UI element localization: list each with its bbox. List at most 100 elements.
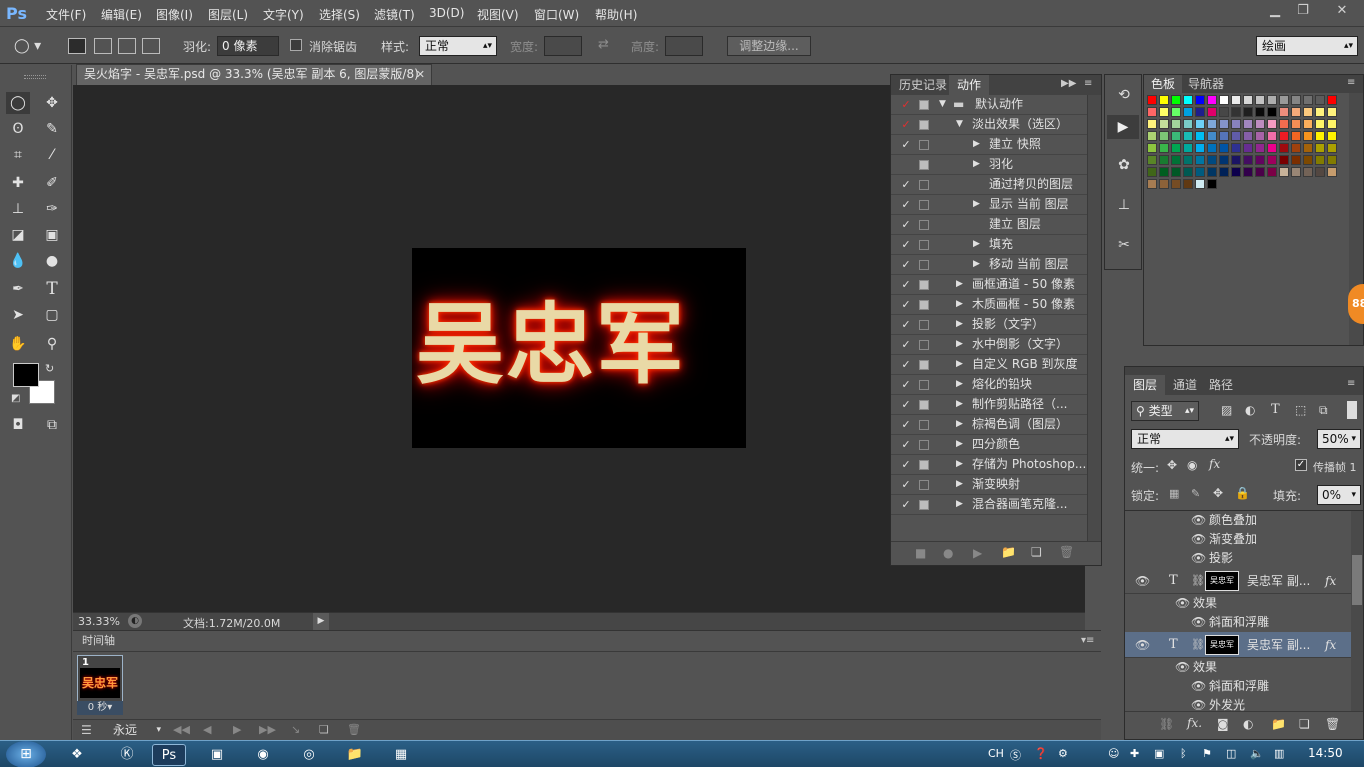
color-swatch[interactable]	[1219, 107, 1229, 117]
layer-fx-icon[interactable]: fx	[1325, 632, 1336, 658]
group-layers-icon[interactable]: 📁	[1271, 717, 1286, 731]
foreground-color[interactable]	[13, 363, 39, 387]
action-toggle-check-icon[interactable]: ✓	[899, 115, 913, 134]
tab-channels[interactable]: 通道	[1165, 375, 1205, 395]
color-swatch[interactable]	[1219, 95, 1229, 105]
new-set-icon[interactable]: 📁	[1001, 545, 1016, 559]
first-frame-icon[interactable]: ◀◀	[173, 723, 190, 736]
collapsed-triangle-icon[interactable]: ▶	[956, 355, 963, 374]
filter-shape-icon[interactable]: ⬚	[1295, 403, 1306, 417]
tray-volume-icon[interactable]: 🔈	[1250, 747, 1264, 760]
color-swatch[interactable]	[1207, 107, 1217, 117]
action-row[interactable]: ✓ ▼ ▬ 默认动作	[891, 95, 1087, 115]
filter-type-icon[interactable]: T	[1271, 402, 1280, 417]
action-row[interactable]: ✓ ▼ 淡出效果（选区）	[891, 115, 1087, 135]
swap-icon[interactable]: ⇄	[598, 37, 609, 52]
restore-button[interactable]: ❐	[1290, 2, 1316, 20]
action-toggle-check-icon[interactable]: ✓	[899, 375, 913, 394]
dialog-toggle-box[interactable]	[919, 340, 929, 350]
action-row[interactable]: ✓ ▶ 渐变映射	[891, 475, 1087, 495]
color-swatch[interactable]	[1195, 119, 1205, 129]
clone-source-icon[interactable]: ⊥	[1111, 197, 1137, 221]
color-swatch[interactable]	[1279, 95, 1289, 105]
tray-network-icon[interactable]: ▥	[1274, 747, 1284, 760]
tray-bluetooth-icon[interactable]: ᛒ	[1180, 747, 1187, 760]
move-icon[interactable]: ✥	[40, 92, 64, 114]
actions-scrollbar[interactable]	[1087, 95, 1101, 541]
color-swatch[interactable]	[1231, 155, 1241, 165]
panel-menu-icon[interactable]: ≡	[1084, 78, 1092, 89]
color-swatch[interactable]	[1243, 155, 1253, 165]
taskbar-explorer-icon[interactable]: 📁	[338, 744, 372, 766]
action-toggle-check-icon[interactable]: ✓	[899, 95, 913, 114]
taskbar-app4-icon[interactable]: ▣	[200, 744, 234, 766]
tray-ime-icon[interactable]: Ⓢ	[1010, 747, 1021, 763]
filter-smart-object-icon[interactable]: ⧉	[1319, 403, 1328, 418]
menu-type[interactable]: 文字(Y)	[263, 6, 304, 23]
effect-eye-icon[interactable]: 👁	[1191, 696, 1206, 711]
dialog-toggle-box[interactable]	[919, 460, 929, 470]
action-toggle-check-icon[interactable]: ✓	[899, 495, 913, 514]
close-tab-icon[interactable]: ✕	[416, 65, 425, 84]
color-swatch[interactable]	[1183, 131, 1193, 141]
healing-brush-icon[interactable]: ✚	[6, 172, 30, 194]
color-swatch[interactable]	[1219, 131, 1229, 141]
color-swatch[interactable]	[1279, 167, 1289, 177]
lock-position-icon[interactable]: ✥	[1213, 486, 1223, 500]
action-toggle-check-icon[interactable]: ✓	[899, 395, 913, 414]
color-swatch[interactable]	[1171, 95, 1181, 105]
color-swatch[interactable]	[1267, 107, 1277, 117]
tab-history[interactable]: 历史记录	[891, 75, 955, 95]
color-swatch[interactable]	[1303, 119, 1313, 129]
color-swatch[interactable]	[1315, 143, 1325, 153]
effect-row[interactable]: 👁 斜面和浮雕	[1125, 677, 1351, 696]
next-frame-icon[interactable]: ▶▶	[259, 723, 276, 736]
action-toggle-check-icon[interactable]: ✓	[899, 295, 913, 314]
effects-header-row[interactable]: 👁 效果	[1125, 594, 1351, 613]
color-swatch[interactable]	[1315, 119, 1325, 129]
pen-icon[interactable]: ✒	[6, 278, 30, 300]
color-swatch[interactable]	[1303, 95, 1313, 105]
tray-app2-icon[interactable]: ▣	[1154, 747, 1164, 760]
color-swatch[interactable]	[1327, 143, 1337, 153]
color-swatch[interactable]	[1255, 107, 1265, 117]
dialog-toggle-box[interactable]	[919, 240, 929, 250]
color-swatch[interactable]	[1147, 155, 1157, 165]
dialog-toggle-box[interactable]	[919, 320, 929, 330]
color-swatch[interactable]	[1147, 179, 1157, 189]
action-toggle-check-icon[interactable]: ✓	[899, 215, 913, 234]
color-swatch[interactable]	[1147, 143, 1157, 153]
eyedropper-icon[interactable]: ⁄	[40, 144, 64, 166]
action-row[interactable]: ✓ ▶ 熔化的铅块	[891, 375, 1087, 395]
color-swatch[interactable]	[1291, 131, 1301, 141]
dialog-toggle-box[interactable]	[919, 420, 929, 430]
tab-layers[interactable]: 图层	[1125, 375, 1166, 395]
zoom-icon[interactable]: ⚲	[40, 333, 64, 355]
color-swatch[interactable]	[1303, 143, 1313, 153]
delete-layer-icon[interactable]: 🗑	[1325, 717, 1340, 731]
color-swatch[interactable]	[1207, 167, 1217, 177]
elliptical-marquee-icon[interactable]: ◯	[6, 92, 30, 114]
effect-eye-icon[interactable]: 👁	[1191, 511, 1206, 530]
color-swatch[interactable]	[1267, 131, 1277, 141]
mask-link-icon[interactable]: ⛓	[1191, 568, 1205, 594]
status-menu-arrow-icon[interactable]: ▶	[313, 613, 329, 630]
refine-edge-button[interactable]: 调整边缘...	[727, 36, 811, 56]
collapsed-triangle-icon[interactable]: ▶	[956, 275, 963, 294]
expanded-triangle-icon[interactable]: ▼	[956, 115, 963, 134]
color-swatch[interactable]	[1159, 107, 1169, 117]
color-swatch[interactable]	[1327, 167, 1337, 177]
color-swatch[interactable]	[1171, 167, 1181, 177]
color-swatch[interactable]	[1231, 119, 1241, 129]
color-swatch[interactable]	[1279, 131, 1289, 141]
color-swatch[interactable]	[1267, 95, 1277, 105]
document-canvas[interactable]: 吴忠军	[412, 248, 746, 448]
eraser-icon[interactable]: ◪	[6, 224, 30, 246]
effect-row[interactable]: 👁 渐变叠加	[1125, 530, 1351, 549]
frame-delay[interactable]: 0 秒▾	[77, 701, 123, 715]
action-toggle-check-icon[interactable]: ✓	[899, 335, 913, 354]
effect-row[interactable]: 👁 颜色叠加	[1125, 511, 1351, 530]
delete-frame-icon[interactable]: 🗑	[347, 723, 361, 736]
tab-swatches[interactable]: 色板	[1144, 75, 1183, 93]
status-info-icon[interactable]: ◐	[128, 614, 142, 628]
